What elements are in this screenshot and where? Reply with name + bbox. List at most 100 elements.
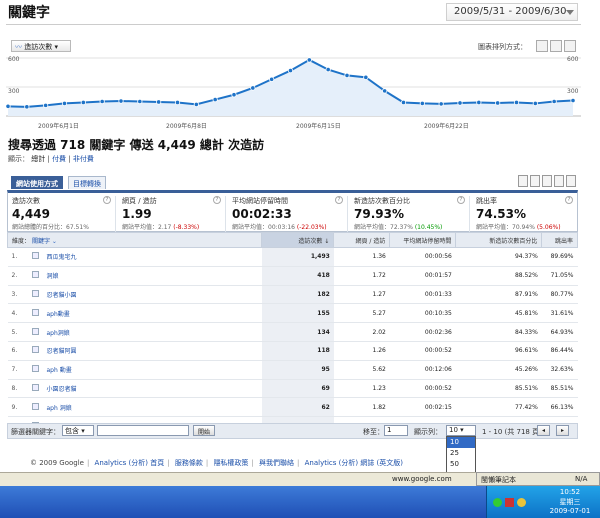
chevron-down-icon[interactable]: ⌄ [52, 238, 57, 245]
data-point[interactable] [306, 57, 312, 63]
keyword-link[interactable]: aph洞娘 [42, 322, 262, 342]
view-compare-icon[interactable] [554, 175, 564, 187]
cell-avg-time: 00:00:56 [389, 247, 456, 267]
data-point[interactable] [325, 66, 331, 73]
view-grid-button[interactable] [550, 40, 562, 52]
keyword-link[interactable]: aph 動畫 [42, 360, 262, 380]
x-tick-label: 2009年6月1日 [38, 123, 79, 130]
col-new-visits[interactable]: 新造訪次數百分比 [455, 232, 543, 248]
col-avg-time[interactable]: 平均網站停留時間 [389, 232, 457, 248]
row-detail-icon[interactable] [27, 379, 43, 399]
data-point[interactable] [5, 103, 11, 109]
data-point[interactable] [193, 101, 199, 108]
tab-goal-conversion[interactable]: 目標轉換 [68, 176, 106, 189]
data-point[interactable] [457, 100, 463, 106]
filter-go-button[interactable]: 開始 [193, 425, 216, 436]
view-trend-icon[interactable] [566, 175, 576, 187]
keyword-link[interactable]: 忍者貓小園 [42, 285, 262, 305]
goto-page-input[interactable]: 1 [384, 425, 408, 436]
prev-page-button[interactable]: ◂ [537, 425, 551, 436]
data-point[interactable] [495, 100, 501, 106]
data-point[interactable] [287, 67, 294, 74]
dimension-selector[interactable]: 關鍵字 [32, 238, 50, 245]
rows-option[interactable]: 10 [447, 437, 475, 448]
view-table-icon[interactable] [518, 175, 528, 187]
data-point[interactable] [174, 99, 181, 106]
data-point[interactable] [344, 72, 350, 78]
footer-link-contact[interactable]: 與我們聯絡 [259, 459, 294, 467]
row-detail-icon[interactable] [27, 303, 43, 324]
messenger-icon[interactable] [517, 498, 526, 507]
filter-input[interactable] [97, 425, 189, 436]
data-point[interactable] [551, 98, 557, 105]
row-detail-icon[interactable] [27, 266, 43, 286]
rows-option[interactable]: 50 [447, 459, 475, 470]
col-bounce-rate[interactable]: 跳出率 [541, 232, 578, 248]
data-point[interactable] [250, 85, 256, 91]
view-list-button[interactable] [564, 40, 576, 52]
tab-site-usage[interactable]: 網站使用方式 [11, 176, 63, 189]
network-icon[interactable] [493, 498, 502, 507]
data-point[interactable] [269, 76, 275, 82]
help-icon[interactable]: ? [457, 196, 465, 204]
data-point[interactable] [118, 98, 124, 104]
data-point[interactable] [212, 96, 218, 103]
rows-select[interactable]: 10 ▾ [446, 425, 476, 436]
view-bar-icon[interactable] [542, 175, 552, 187]
table-row: 5. aph洞娘 134 2.02 00:02:36 84.33% 64.93% [7, 322, 578, 342]
date-range-picker[interactable]: 2009/5/31 - 2009/6/30 [446, 3, 578, 21]
row-detail-icon[interactable] [27, 360, 43, 380]
display-paid-link[interactable]: 付費 [52, 155, 66, 163]
keyword-link[interactable]: 小園忍者貓 [42, 379, 262, 399]
data-point[interactable] [382, 88, 388, 94]
row-detail-icon[interactable] [27, 397, 43, 418]
data-point[interactable] [80, 99, 86, 106]
display-nonpaid-link[interactable]: 非付費 [73, 155, 94, 163]
data-point[interactable] [156, 99, 162, 105]
data-point[interactable] [438, 101, 444, 107]
footer-link-blog[interactable]: Analytics (分析) 網誌 (英文版) [305, 459, 403, 467]
footer-link-privacy[interactable]: 隱私權政策 [213, 459, 248, 467]
data-point[interactable] [99, 98, 105, 105]
data-point[interactable] [24, 104, 30, 110]
data-point[interactable] [400, 99, 407, 106]
security-icon[interactable] [505, 498, 514, 507]
footer-link-terms[interactable]: 服務條款 [175, 459, 203, 467]
keyword-link[interactable]: aph動畫 [42, 303, 262, 324]
data-point[interactable] [476, 99, 482, 106]
display-total-link[interactable]: 總計 [31, 155, 45, 163]
col-pages-per-visit[interactable]: 網頁 / 造訪 [333, 232, 391, 248]
data-point[interactable] [231, 92, 237, 98]
help-icon[interactable]: ? [565, 196, 573, 204]
row-detail-icon[interactable] [27, 322, 43, 342]
keyword-link[interactable]: aph 洞娘 [42, 397, 262, 418]
data-point[interactable] [363, 74, 369, 80]
next-page-button[interactable]: ▸ [556, 425, 570, 436]
help-icon[interactable]: ? [103, 196, 111, 204]
cell-visits: 155 [261, 303, 334, 324]
help-icon[interactable]: ? [213, 196, 221, 204]
filter-mode-select[interactable]: 包含 ▾ [62, 425, 94, 436]
summary-value: 1.99 [122, 207, 152, 221]
keyword-link[interactable]: 忍者貓阿圓 [42, 341, 262, 361]
row-detail-icon[interactable] [27, 341, 43, 361]
keyword-link[interactable]: 西瓜鬼宅九 [42, 247, 262, 267]
metric-selector[interactable]: 〰 造訪次數 ▾ [11, 40, 71, 52]
data-point[interactable] [532, 100, 538, 107]
data-point[interactable] [513, 99, 520, 106]
row-detail-icon[interactable] [27, 247, 43, 267]
col-visits[interactable]: 造訪次數 ↓ [261, 232, 335, 248]
keyword-link[interactable]: 洞娘 [42, 266, 262, 286]
data-point[interactable] [61, 100, 68, 107]
rows-option[interactable]: 25 [447, 448, 475, 459]
footer-link-home[interactable]: Analytics (分析) 首頁 [95, 459, 165, 467]
help-icon[interactable]: ? [335, 196, 343, 204]
view-table-button[interactable] [536, 40, 548, 52]
data-point[interactable] [137, 98, 143, 105]
row-detail-icon[interactable] [27, 285, 43, 305]
data-point[interactable] [570, 97, 576, 104]
view-pie-icon[interactable] [530, 175, 540, 187]
data-point[interactable] [43, 102, 49, 108]
language-bar[interactable]: 閩懶筆記本 N/A [476, 472, 600, 486]
data-point[interactable] [419, 100, 425, 107]
